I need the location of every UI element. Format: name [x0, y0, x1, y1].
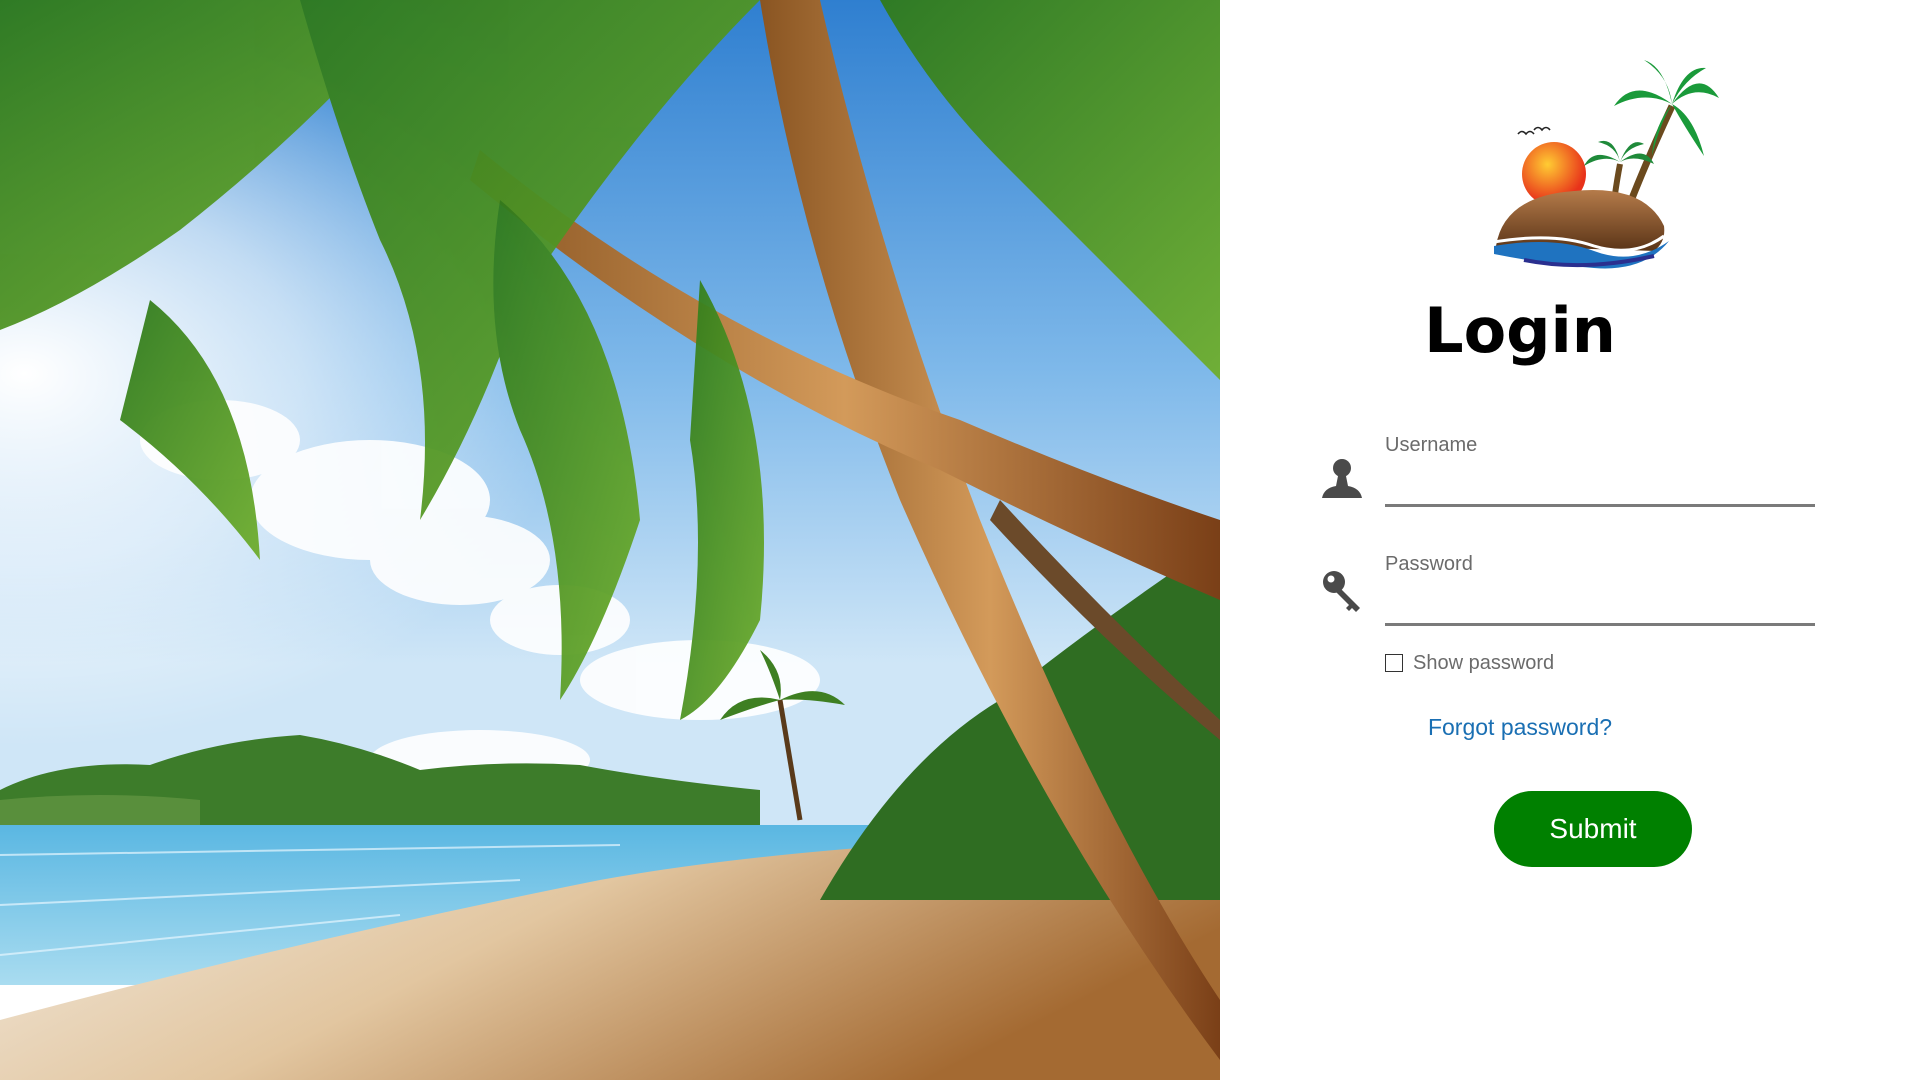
beach-photo [0, 0, 1220, 1080]
password-label: Password [1385, 553, 1473, 575]
login-window: Login Username Password Show password Fo… [0, 0, 1920, 1080]
login-panel: Login Username Password Show password Fo… [1220, 0, 1920, 1080]
island-logo [1493, 46, 1730, 272]
key-icon [1320, 568, 1368, 616]
show-password-row[interactable]: Show password [1385, 650, 1554, 676]
login-title: Login [1424, 294, 1616, 367]
show-password-label[interactable]: Show password [1413, 652, 1554, 675]
forgot-password-link[interactable]: Forgot password? [1220, 714, 1820, 741]
username-input[interactable] [1385, 468, 1815, 507]
person-icon [1318, 454, 1366, 502]
username-label: Username [1385, 434, 1478, 456]
password-input[interactable] [1385, 587, 1815, 626]
submit-button[interactable]: Submit [1494, 791, 1692, 867]
show-password-checkbox[interactable] [1385, 654, 1403, 672]
